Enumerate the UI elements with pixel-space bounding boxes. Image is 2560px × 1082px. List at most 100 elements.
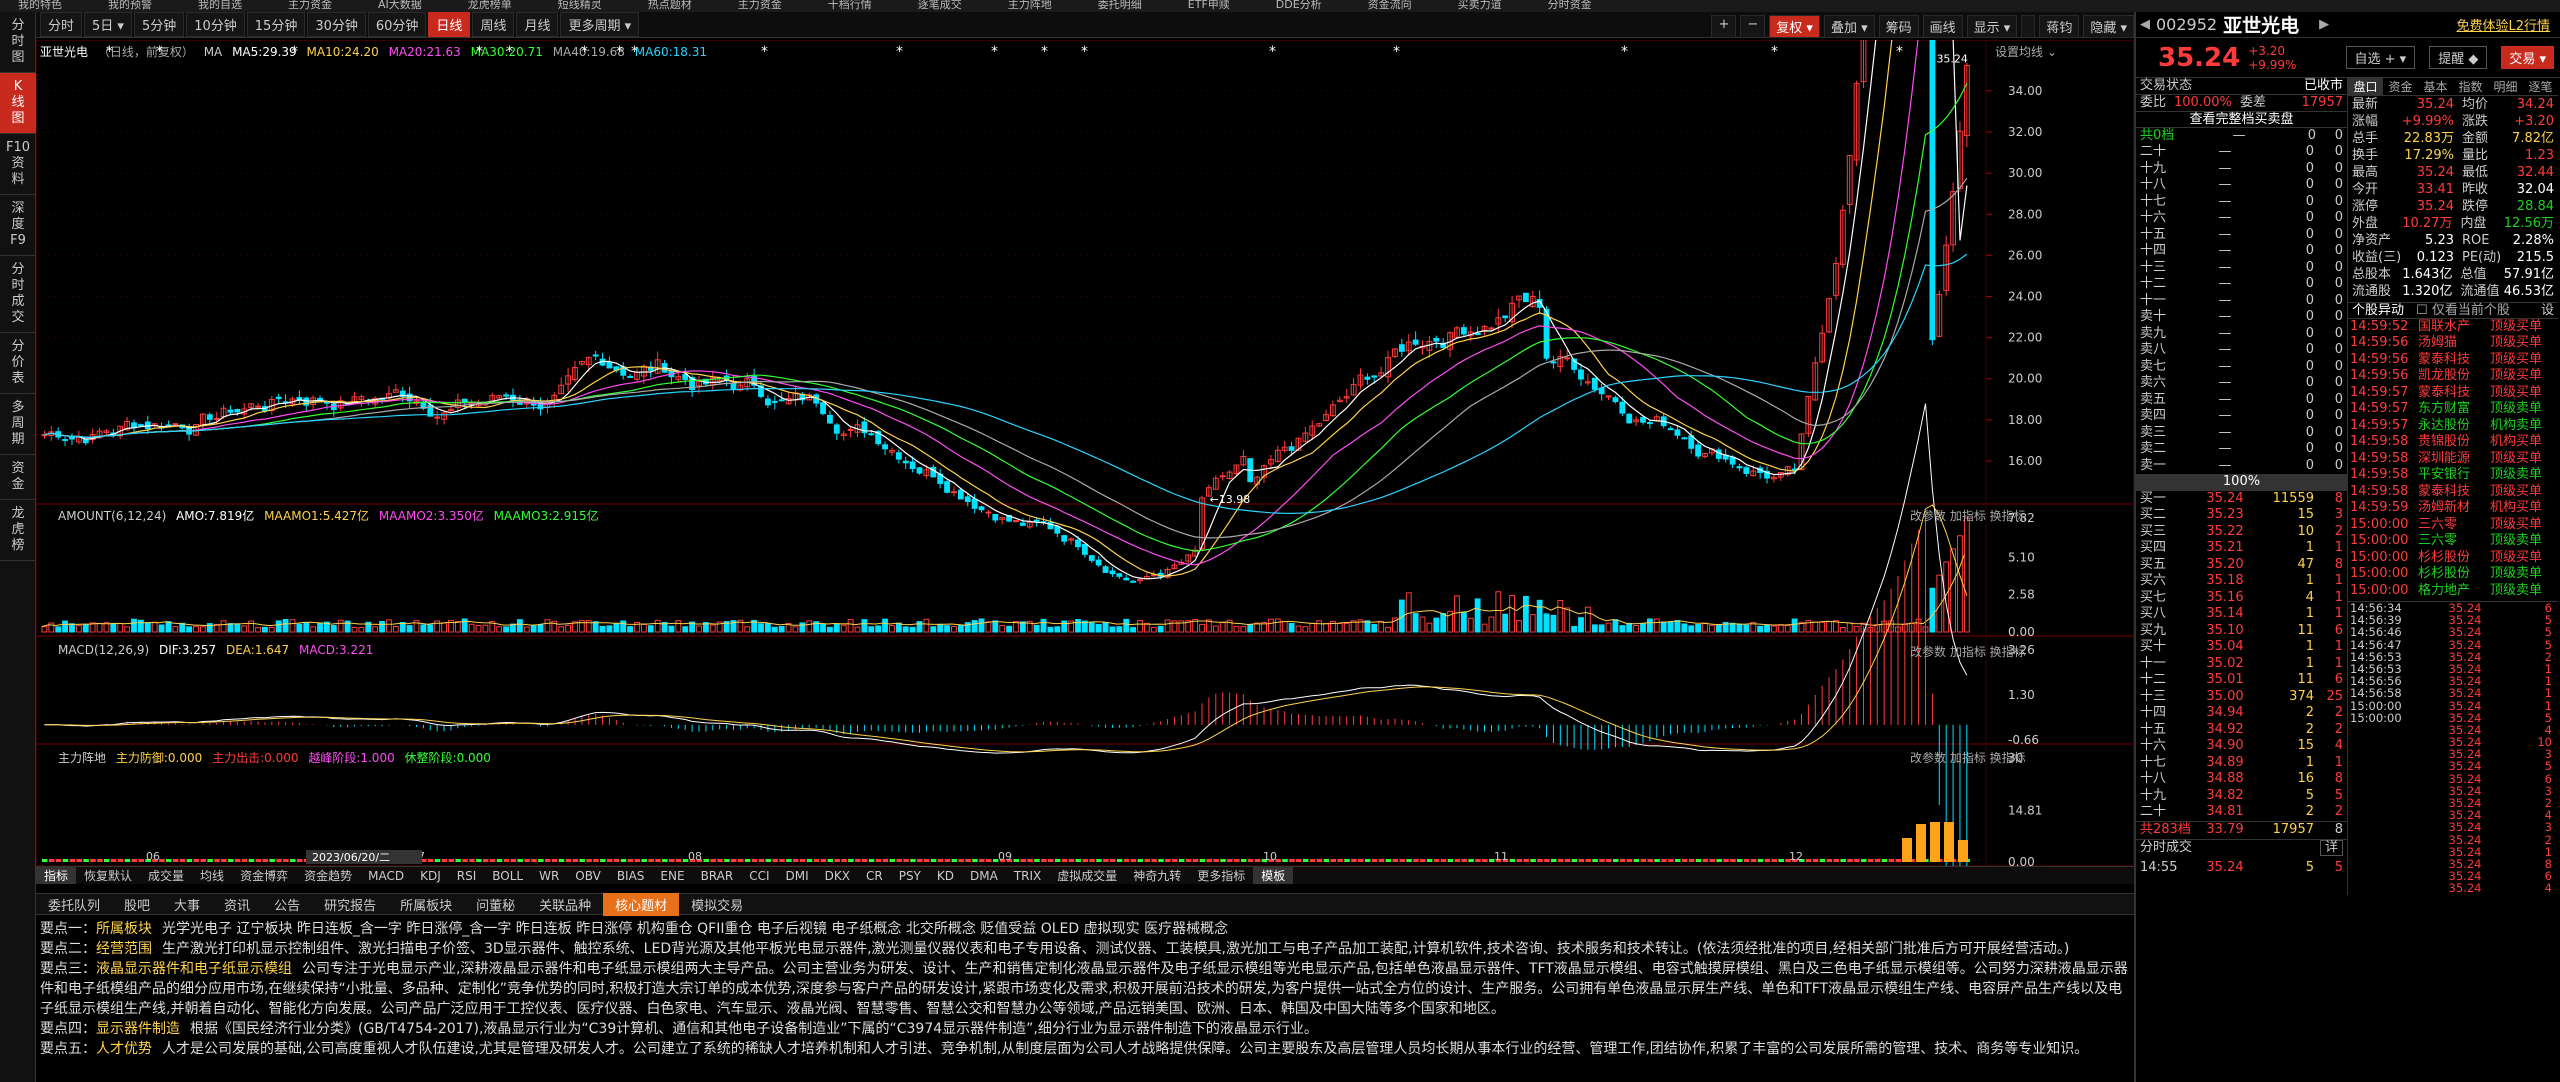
mover-row[interactable]: 15:00:00 三六零 顶级买单 (2348, 517, 2558, 534)
indicator-tab[interactable]: 均线 (192, 867, 232, 884)
period-button[interactable]: 30分钟 (307, 12, 366, 37)
indicator-tab[interactable]: BOLL (484, 869, 531, 883)
indicator-tab[interactable]: 模板 (1253, 867, 1294, 884)
indicator-tab[interactable]: OBV (567, 869, 609, 883)
indicator-tab[interactable]: DKX (817, 869, 858, 883)
chart-tool-button[interactable]: 蒋钧 (2039, 15, 2080, 38)
mover-row[interactable]: 15:00:00 三六零 顶级卖单 (2348, 533, 2558, 550)
event-marker-icon[interactable]: * (616, 44, 623, 60)
left-tab[interactable]: 资 金 (0, 455, 36, 500)
event-marker-icon[interactable]: * (581, 44, 588, 60)
mover-row[interactable]: 14:59:56 蒙泰科技 顶级买单 (2348, 352, 2558, 369)
indicator-tab[interactable]: CR (858, 869, 891, 883)
tick-detail-button[interactable]: 详 (2319, 840, 2343, 856)
trade-button[interactable]: 交易 ▾ (2501, 46, 2554, 69)
event-marker-icon[interactable]: * (106, 44, 113, 60)
indicator-tab[interactable]: 指标 (36, 867, 77, 884)
top-menu-item[interactable]: ETF申赎 (1170, 0, 1230, 12)
indicator-tab[interactable]: DMI (778, 869, 817, 883)
period-button[interactable]: 5日 ▾ (84, 12, 132, 37)
buy-level-row[interactable]: 十二 35.01 11 6 (2136, 672, 2347, 689)
indicator-tab[interactable]: BIAS (609, 869, 653, 883)
indicator-tab[interactable]: ENE (652, 869, 692, 883)
event-marker-icon[interactable]: * (291, 44, 298, 60)
amount-tools[interactable]: 改参数 加指标 换指标 (1910, 507, 2026, 524)
left-tab[interactable]: K 线 图 (0, 73, 36, 134)
stats-tab[interactable]: 资金 (2383, 78, 2418, 95)
mover-row[interactable]: 14:59:58 贵锦股份 机构买单 (2348, 434, 2558, 451)
mover-row[interactable]: 15:00:00 杉杉股份 顶级买单 (2348, 550, 2558, 567)
sell-level-row[interactable]: 卖二 — 0 0 (2136, 441, 2347, 458)
period-button[interactable]: 15分钟 (246, 12, 306, 37)
left-tab[interactable]: 分 时 成 交 (0, 256, 36, 333)
buy-level-row[interactable]: 十七 34.89 1 1 (2136, 755, 2347, 772)
buy-level-row[interactable]: 十六 34.90 15 4 (2136, 738, 2347, 755)
period-button[interactable]: 5分钟 (133, 12, 185, 37)
mover-row[interactable]: 14:59:57 东方财富 顶级卖单 (2348, 401, 2558, 418)
buy-level-row[interactable]: 买八 35.14 1 1 (2136, 606, 2347, 623)
mover-row[interactable]: 14:59:58 平安银行 顶级卖单 (2348, 467, 2558, 484)
info-tab[interactable]: 公告 (262, 895, 312, 914)
left-tab[interactable]: 分 价 表 (0, 333, 36, 394)
buy-level-row[interactable]: 十四 34.94 2 2 (2136, 705, 2347, 722)
sell-level-row[interactable]: 卖四 — 0 0 (2136, 408, 2347, 425)
stats-tab[interactable]: 指数 (2453, 78, 2488, 95)
event-marker-icon[interactable]: * (506, 44, 513, 60)
buy-level-row[interactable]: 买二 35.23 15 3 (2136, 507, 2347, 524)
sell-level-row[interactable]: 十七 — 0 0 (2136, 194, 2347, 211)
period-button[interactable]: 10分钟 (186, 12, 245, 37)
sell-level-row[interactable]: 卖三 — 0 0 (2136, 425, 2347, 442)
sell-level-row[interactable]: 十八 — 0 0 (2136, 177, 2347, 194)
indicator-tab[interactable]: 神奇九转 (1125, 867, 1189, 884)
event-marker-icon[interactable]: * (1393, 44, 1400, 60)
info-tab[interactable]: 股吧 (112, 895, 162, 914)
mover-row[interactable]: 14:59:56 凯龙股份 顶级买单 (2348, 368, 2558, 385)
indicator-tab[interactable]: 恢复默认 (76, 867, 140, 884)
chart-tool-button[interactable]: 复权 ▾ (1769, 15, 1820, 38)
period-button[interactable]: 周线 (472, 12, 515, 37)
buy-level-row[interactable]: 买五 35.20 47 8 (2136, 557, 2347, 574)
indicator-tab[interactable]: 更多指标 (1189, 867, 1253, 884)
mover-row[interactable]: 14:59:57 永达股份 机构卖单 (2348, 418, 2558, 435)
indicator-tab[interactable]: KD (929, 869, 962, 883)
buy-level-row[interactable]: 十五 34.92 2 2 (2136, 722, 2347, 739)
sell-level-row[interactable]: 十二 — 0 0 (2136, 276, 2347, 293)
left-tab[interactable]: 多 周 期 (0, 394, 36, 455)
indicator-tab[interactable]: PSY (891, 869, 929, 883)
indicator-tab[interactable]: DMA (962, 869, 1006, 883)
mover-row[interactable]: 14:59:52 国联水产 顶级买单 (2348, 319, 2558, 336)
sell-level-row[interactable]: 卖一 — 0 0 (2136, 458, 2347, 475)
indicator-tab[interactable]: RSI (449, 869, 485, 883)
period-button[interactable]: 月线 (516, 12, 559, 37)
event-marker-icon[interactable]: * (991, 44, 998, 60)
buy-level-row[interactable]: 买九 35.10 11 6 (2136, 623, 2347, 640)
sell-level-row[interactable]: 十三 — 0 0 (2136, 260, 2347, 277)
left-tab[interactable]: 深 度 F9 (0, 195, 36, 256)
sell-level-row[interactable]: 十九 — 0 0 (2136, 161, 2347, 178)
event-marker-icon[interactable]: * (1269, 44, 1276, 60)
chart-tool-button[interactable]: 筹码 (1878, 15, 1919, 38)
top-menu-item[interactable]: 分时资金 (1530, 0, 1592, 12)
chart-tool-button[interactable] (2021, 15, 2036, 38)
info-tab[interactable]: 所属板块 (388, 895, 464, 914)
buy-level-row[interactable]: 买三 35.22 10 2 (2136, 524, 2347, 541)
top-menu-item[interactable]: 龙虎榜单 (450, 0, 512, 12)
info-tab[interactable]: 核心题材 (603, 892, 680, 916)
indicator-tab[interactable]: KDJ (412, 869, 449, 883)
info-tab[interactable]: 关联品种 (527, 895, 603, 914)
buy-level-row[interactable]: 十九 34.82 5 5 (2136, 788, 2347, 805)
chart-tool-button[interactable]: 显示 ▾ (1966, 15, 2018, 38)
indicator-tab[interactable]: BRAR (693, 869, 742, 883)
sell-level-row[interactable]: 卖七 — 0 0 (2136, 359, 2347, 376)
sell-level-row[interactable]: 卖八 — 0 0 (2136, 342, 2347, 359)
mover-row[interactable]: 14:59:59 汤姆新材 机构买单 (2348, 500, 2558, 517)
sell-level-row[interactable]: 卖六 — 0 0 (2136, 375, 2347, 392)
buy-level-row[interactable]: 买十 35.04 1 1 (2136, 639, 2347, 656)
event-marker-icon[interactable]: * (1041, 44, 1048, 60)
top-menu-item[interactable]: 买卖力道 (1440, 0, 1502, 12)
top-menu-item[interactable]: 短线精灵 (540, 0, 602, 12)
stats-tab[interactable]: 明细 (2488, 78, 2523, 95)
add-watchlist-button[interactable]: 自选 + ▾ (2345, 46, 2416, 69)
stats-tab[interactable]: 逐笔 (2523, 78, 2558, 95)
sell-level-row[interactable]: 卖九 — 0 0 (2136, 326, 2347, 343)
